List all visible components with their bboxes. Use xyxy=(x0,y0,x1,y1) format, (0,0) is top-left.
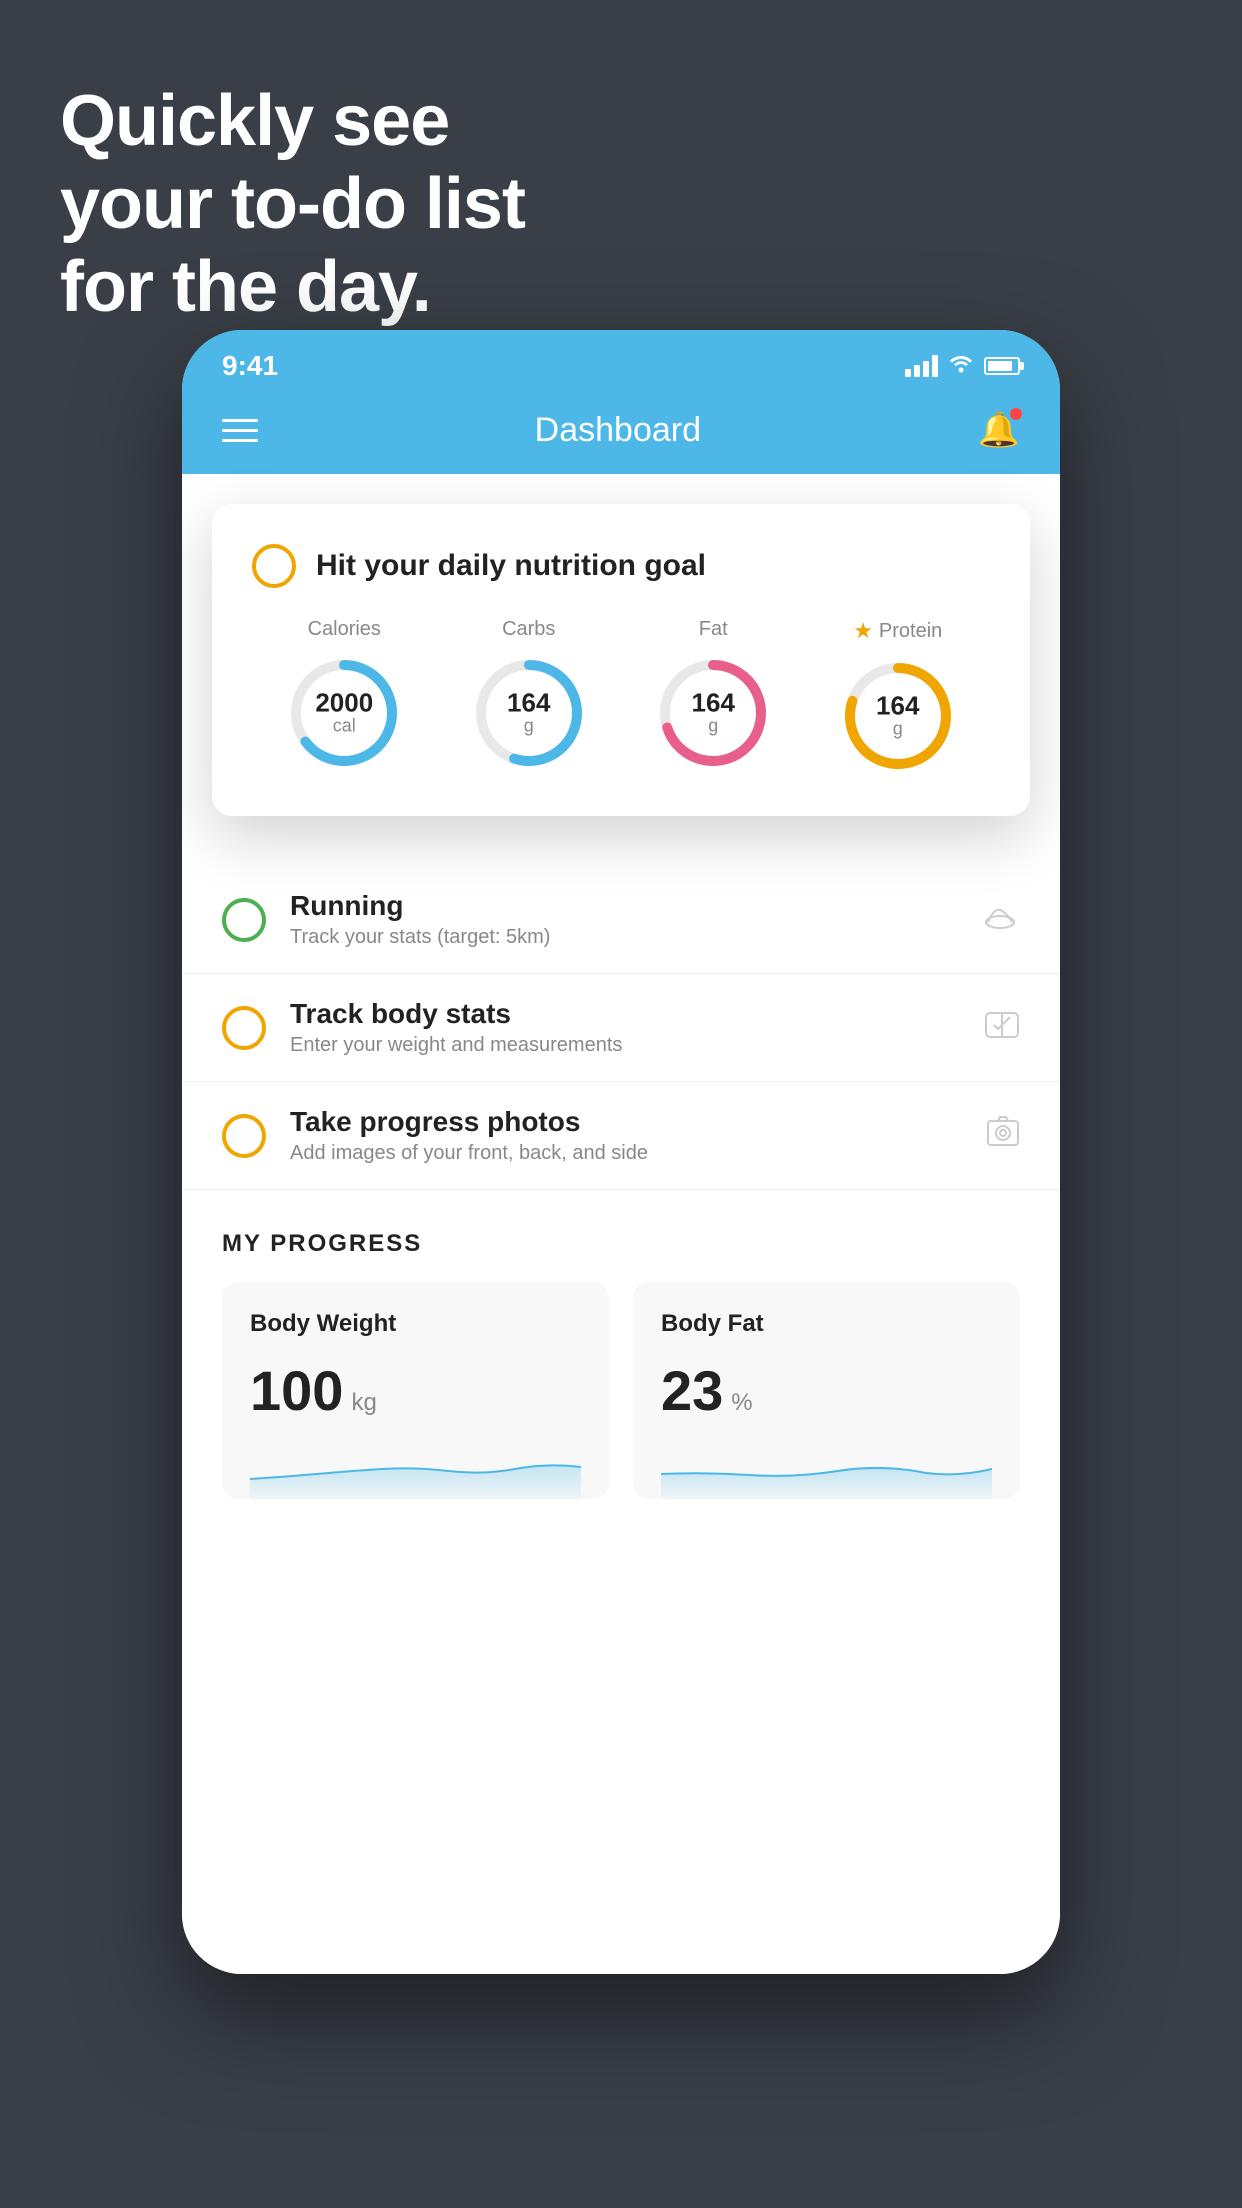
status-icons xyxy=(905,353,1020,379)
body-weight-chart xyxy=(250,1439,581,1499)
body-fat-unit: % xyxy=(731,1389,752,1417)
carbs-stat: Carbs 164 g xyxy=(469,618,589,773)
status-time: 9:41 xyxy=(222,350,278,382)
battery-icon xyxy=(984,357,1020,375)
hamburger-button[interactable] xyxy=(222,419,258,442)
todo-title-photos: Take progress photos xyxy=(290,1106,962,1138)
calories-stat: Calories 2000 cal xyxy=(284,618,404,773)
carbs-label: Carbs xyxy=(502,618,555,641)
progress-cards: Body Weight 100 kg xyxy=(222,1282,1020,1499)
notification-dot xyxy=(1010,408,1022,420)
todo-text-body-stats: Track body stats Enter your weight and m… xyxy=(290,998,960,1057)
body-weight-value-row: 100 kg xyxy=(250,1358,581,1423)
protein-value: 164 xyxy=(876,693,919,719)
card-title: Hit your daily nutrition goal xyxy=(316,549,706,583)
card-check-circle xyxy=(252,544,296,588)
todo-item-photos[interactable]: Take progress photos Add images of your … xyxy=(182,1082,1060,1190)
body-weight-title: Body Weight xyxy=(250,1310,581,1338)
header-title: Dashboard xyxy=(535,411,701,450)
protein-label: ★ Protein xyxy=(853,618,942,644)
calories-label: Calories xyxy=(308,618,381,641)
todo-text-running: Running Track your stats (target: 5km) xyxy=(290,890,956,949)
app-header: Dashboard 🔔 xyxy=(182,394,1060,474)
body-weight-value: 100 xyxy=(250,1358,343,1423)
phone-mockup: 9:41 Dashboard xyxy=(182,330,1060,1974)
todo-text-photos: Take progress photos Add images of your … xyxy=(290,1106,962,1165)
protein-stat: ★ Protein 164 g xyxy=(838,618,958,776)
notification-bell-icon[interactable]: 🔔 xyxy=(978,410,1020,450)
todo-title-body-stats: Track body stats xyxy=(290,998,960,1030)
running-icon xyxy=(980,900,1020,940)
hero-text: Quickly see your to-do list for the day. xyxy=(60,80,525,328)
todo-item-body-stats[interactable]: Track body stats Enter your weight and m… xyxy=(182,974,1060,1082)
body-fat-value: 23 xyxy=(661,1358,723,1423)
fat-label: Fat xyxy=(699,618,728,641)
card-title-row: Hit your daily nutrition goal xyxy=(252,544,990,588)
body-fat-chart xyxy=(661,1439,992,1499)
carbs-value: 164 xyxy=(507,690,550,716)
fat-donut: 164 g xyxy=(653,653,773,773)
calories-donut: 2000 cal xyxy=(284,653,404,773)
todo-subtitle-running: Track your stats (target: 5km) xyxy=(290,926,956,949)
photo-icon xyxy=(986,1115,1020,1157)
nutrition-card[interactable]: Hit your daily nutrition goal Calories 2… xyxy=(212,504,1030,816)
todo-circle-running xyxy=(222,898,266,942)
body-weight-card[interactable]: Body Weight 100 kg xyxy=(222,1282,609,1499)
fat-value: 164 xyxy=(692,690,735,716)
status-bar: 9:41 xyxy=(182,330,1060,394)
body-fat-title: Body Fat xyxy=(661,1310,992,1338)
wifi-icon xyxy=(948,353,974,379)
signal-icon xyxy=(905,355,938,377)
calories-value: 2000 xyxy=(315,690,373,716)
todo-subtitle-body-stats: Enter your weight and measurements xyxy=(290,1034,960,1057)
todo-subtitle-photos: Add images of your front, back, and side xyxy=(290,1142,962,1165)
fat-stat: Fat 164 g xyxy=(653,618,773,773)
star-icon: ★ xyxy=(853,618,873,644)
body-weight-unit: kg xyxy=(351,1389,376,1417)
progress-section: MY PROGRESS Body Weight 100 kg xyxy=(182,1190,1060,1519)
todo-item-running[interactable]: Running Track your stats (target: 5km) xyxy=(182,866,1060,974)
phone-content: THINGS TO DO TODAY Hit your daily nutrit… xyxy=(182,474,1060,1974)
todo-list: Running Track your stats (target: 5km) T… xyxy=(182,866,1060,1190)
nutrition-stats: Calories 2000 cal Carbs xyxy=(252,618,990,776)
body-fat-card[interactable]: Body Fat 23 % xyxy=(633,1282,1020,1499)
body-fat-value-row: 23 % xyxy=(661,1358,992,1423)
todo-circle-body-stats xyxy=(222,1006,266,1050)
protein-donut: 164 g xyxy=(838,656,958,776)
progress-section-label: MY PROGRESS xyxy=(222,1230,1020,1258)
carbs-donut: 164 g xyxy=(469,653,589,773)
scale-icon xyxy=(984,1007,1020,1049)
todo-circle-photos xyxy=(222,1114,266,1158)
todo-title-running: Running xyxy=(290,890,956,922)
